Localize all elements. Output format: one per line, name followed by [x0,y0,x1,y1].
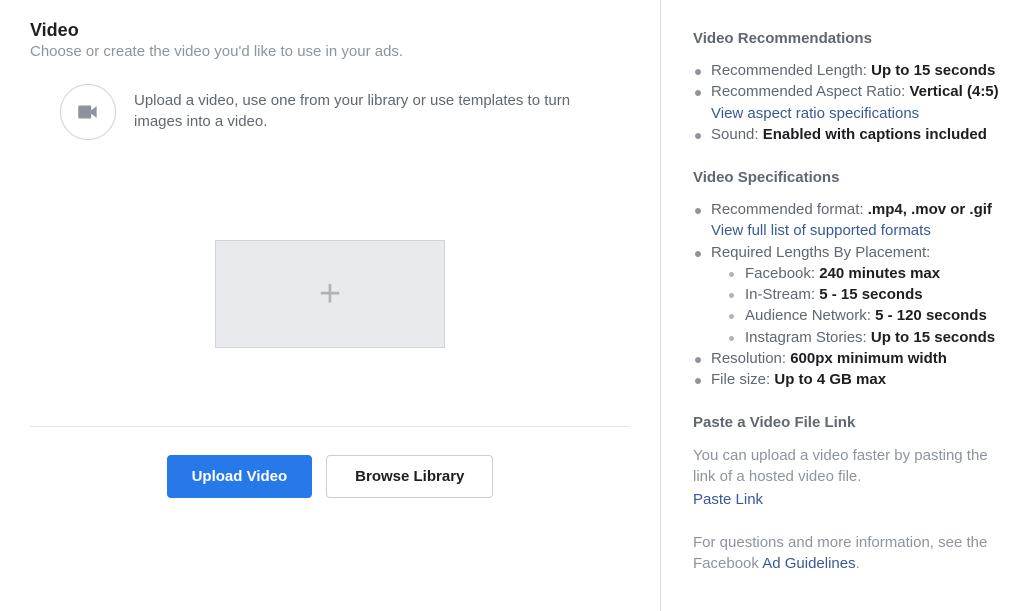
rec-length-value: Up to 15 seconds [871,62,995,79]
sound-label: Sound: [711,126,763,143]
recommendations-list: Recommended Length: Up to 15 seconds Rec… [693,61,1002,103]
list-item: Facebook: 240 minutes max [727,264,1002,284]
browse-library-button[interactable]: Browse Library [326,455,493,498]
format-label: Recommended format: [711,201,868,218]
filesize-value: Up to 4 GB max [774,371,886,388]
rec-ratio-label: Recommended Aspect Ratio: [711,83,909,100]
list-item: In-Stream: 5 - 15 seconds [727,285,1002,305]
list-item: Recommended Aspect Ratio: Vertical (4:5) [693,82,1002,102]
video-info-panel: Video Recommendations Recommended Length… [660,0,1024,611]
fb-label: Facebook: [745,265,819,282]
section-subtitle: Choose or create the video you'd like to… [30,43,630,60]
recommendations-heading: Video Recommendations [693,30,1002,47]
resolution-value: 600px minimum width [790,350,947,367]
list-item: Instagram Stories: Up to 15 seconds [727,328,1002,348]
list-item: Audience Network: 5 - 120 seconds [727,306,1002,326]
filesize-label: File size: [711,371,774,388]
instream-value: 5 - 15 seconds [819,286,922,303]
sound-value: Enabled with captions included [763,126,987,143]
audience-label: Audience Network: [745,307,875,324]
format-value: .mp4, .mov or .gif [868,201,992,218]
video-upload-panel: Video Choose or create the video you'd l… [0,0,660,611]
paste-link-heading: Paste a Video File Link [693,414,1002,431]
paste-link[interactable]: Paste Link [693,491,763,508]
plus-icon: + [319,275,341,313]
specifications-heading: Video Specifications [693,169,1002,186]
aspect-ratio-link[interactable]: View aspect ratio specifications [711,105,919,122]
ig-value: Up to 15 seconds [871,329,995,346]
placement-lengths-list: Facebook: 240 minutes max In-Stream: 5 -… [711,264,1002,348]
upload-description-row: Upload a video, use one from your librar… [30,84,630,140]
list-item: File size: Up to 4 GB max [693,370,1002,390]
paste-description: You can upload a video faster by pasting… [693,445,1002,487]
ig-label: Instagram Stories: [745,329,871,346]
list-item: Resolution: 600px minimum width [693,349,1002,369]
button-row: Upload Video Browse Library [30,455,630,498]
instream-label: In-Stream: [745,286,819,303]
audience-value: 5 - 120 seconds [875,307,987,324]
rec-ratio-value: Vertical (4:5) [909,83,998,100]
fb-value: 240 minutes max [819,265,940,282]
list-item: Recommended format: .mp4, .mov or .gif [693,200,1002,220]
list-item: Sound: Enabled with captions included [693,125,1002,145]
list-item: Required Lengths By Placement: Facebook:… [693,243,1002,348]
ad-guidelines-link[interactable]: Ad Guidelines [762,555,855,572]
recommendations-list-2: Sound: Enabled with captions included [693,125,1002,145]
list-item: Recommended Length: Up to 15 seconds [693,61,1002,81]
divider [30,426,630,427]
video-icon [60,84,116,140]
rec-length-label: Recommended Length: [711,62,871,79]
footer-note: For questions and more information, see … [693,532,1002,574]
footer-period: . [856,555,860,572]
upload-video-button[interactable]: Upload Video [167,455,313,498]
formats-link[interactable]: View full list of supported formats [711,222,931,239]
resolution-label: Resolution: [711,350,790,367]
video-dropzone[interactable]: + [215,240,445,348]
upload-description: Upload a video, use one from your librar… [134,84,594,132]
specifications-list: Recommended format: .mp4, .mov or .gif [693,200,1002,220]
section-title: Video [30,20,630,41]
lengths-label: Required Lengths By Placement: [711,244,930,261]
specifications-list-2: Required Lengths By Placement: Facebook:… [693,243,1002,391]
